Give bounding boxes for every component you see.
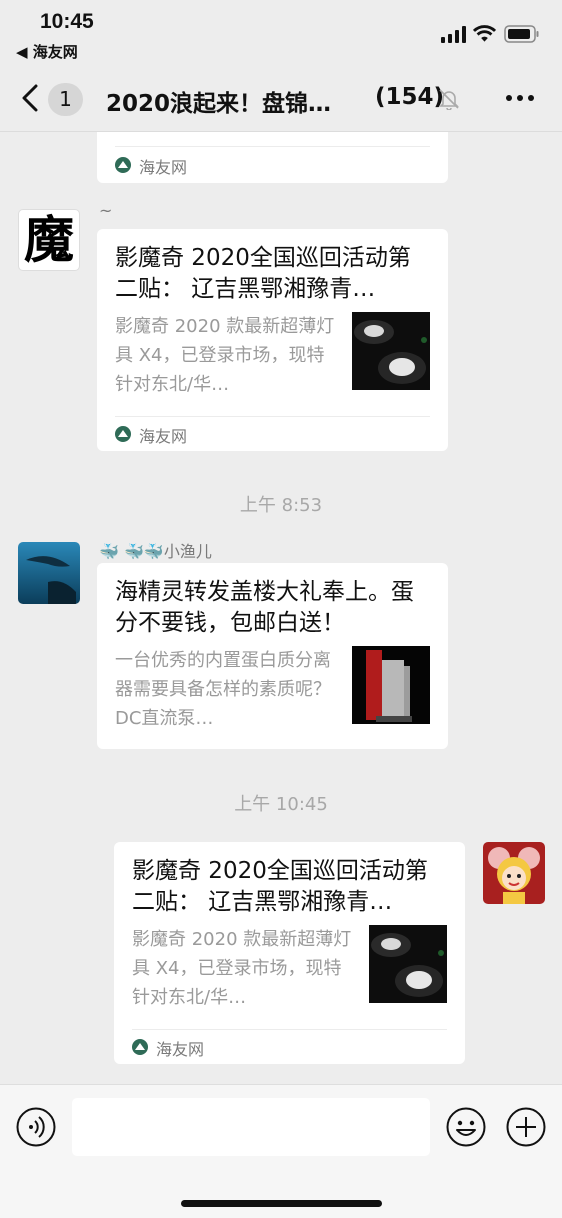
source-name: 海友网 <box>139 158 188 177</box>
card-title: 影魔奇 2020全国巡回活动第二贴： 辽吉黑鄂湘豫青… <box>115 245 411 302</box>
message-input-bar <box>0 1084 562 1218</box>
source-name: 海友网 <box>139 427 188 446</box>
avatar[interactable] <box>18 542 80 604</box>
card-description: 一台优秀的内置蛋白质分离器需要具备怎样的素质呢？DC直流泵… <box>115 650 331 729</box>
emoji-icon[interactable] <box>446 1107 486 1147</box>
link-card[interactable]: 海精灵转发盖楼大礼奉上。蛋分不要钱，包邮白送！ 一台优秀的内置蛋白质分离器需要具… <box>97 563 448 749</box>
voice-input-icon[interactable] <box>16 1107 56 1147</box>
card-divider <box>115 416 430 417</box>
status-bar: 10:45 ◀ 海友网 <box>0 0 562 66</box>
home-indicator[interactable] <box>181 1200 382 1207</box>
card-description: 影魔奇 2020 款最新超薄灯具 X4，已登录市场，现特针对东北/华… <box>132 929 352 1008</box>
cellular-signal-icon <box>441 26 466 43</box>
message-timestamp: 上午 10:45 <box>234 794 328 815</box>
source-logo-icon <box>115 157 131 173</box>
card-description: 影魔奇 2020 款最新超薄灯具 X4，已登录市场，现特针对东北/华… <box>115 316 335 395</box>
avatar-image <box>18 542 80 604</box>
article-thumbnail <box>352 646 430 724</box>
link-card[interactable]: 影魔奇 2020全国巡回活动第二贴： 辽吉黑鄂湘豫青… 影魔奇 2020 款最新… <box>97 229 448 451</box>
sender-name: ~ <box>99 201 113 220</box>
source-name: 海友网 <box>156 1040 205 1059</box>
back-chevron-icon[interactable] <box>20 84 40 112</box>
wifi-icon <box>473 25 496 42</box>
source-logo-icon <box>115 426 131 442</box>
article-thumbnail <box>369 925 447 1003</box>
article-thumbnail <box>352 312 430 390</box>
message-text-field[interactable] <box>72 1098 430 1156</box>
sender-name: 🐳 🐳🐳小渔儿 <box>99 542 212 561</box>
unread-count-badge[interactable]: 1 <box>48 83 83 116</box>
more-options-icon[interactable] <box>505 88 535 108</box>
avatar[interactable]: 魔 <box>18 209 80 271</box>
link-card[interactable]: 影魔奇 2020全国巡回活动第二贴： 辽吉黑鄂湘豫青… 影魔奇 2020 款最新… <box>114 842 465 1064</box>
source-logo-icon <box>132 1039 148 1055</box>
member-count: (154) <box>375 84 445 110</box>
card-divider <box>132 1029 447 1030</box>
mute-bell-icon <box>439 89 459 110</box>
chat-header: 1 2020浪起来！盘锦… (154) <box>0 66 562 132</box>
avatar-calligraphy: 魔 <box>24 210 74 269</box>
chat-title: 2020浪起来！盘锦… <box>106 91 332 117</box>
card-title: 影魔奇 2020全国巡回活动第二贴： 辽吉黑鄂湘豫青… <box>132 858 428 915</box>
link-card[interactable]: 海友网 <box>97 132 448 183</box>
back-to-app-link[interactable]: ◀ 海友网 <box>16 41 78 62</box>
card-title: 海精灵转发盖楼大礼奉上。蛋分不要钱，包邮白送！ <box>115 579 414 636</box>
avatar-image <box>483 842 545 904</box>
message-timestamp: 上午 8:53 <box>239 495 323 516</box>
card-divider <box>115 146 430 147</box>
status-time: 10:45 <box>40 10 94 33</box>
plus-icon[interactable] <box>506 1107 546 1147</box>
my-avatar[interactable] <box>483 842 545 904</box>
battery-icon <box>504 25 539 43</box>
